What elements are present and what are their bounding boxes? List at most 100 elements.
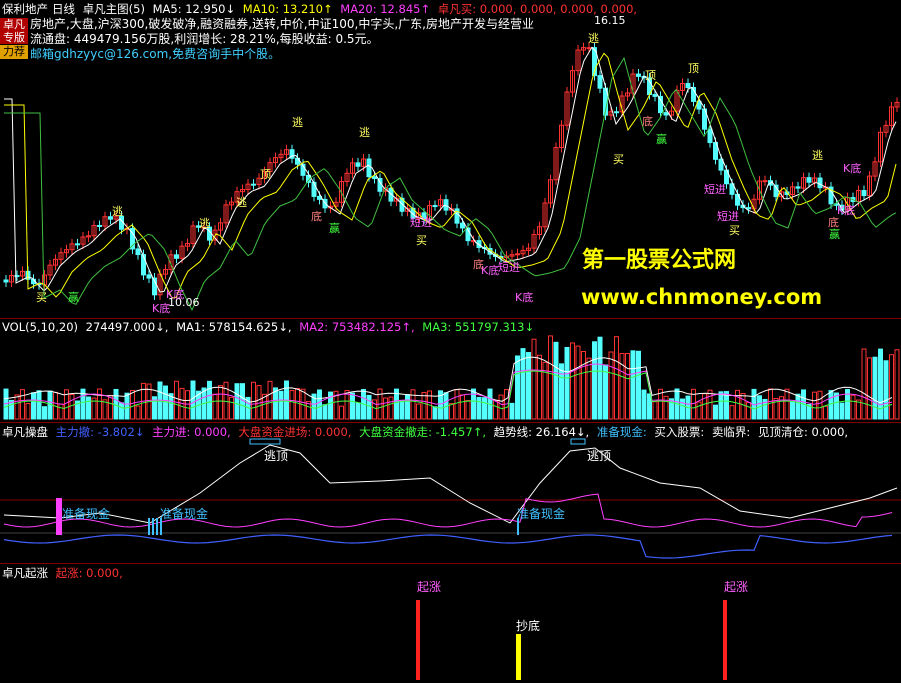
volume-bar bbox=[889, 354, 894, 420]
op-sell-line: 卖临界: bbox=[711, 425, 751, 439]
signal-kbottom: K底 bbox=[843, 162, 862, 175]
volume-bar bbox=[25, 403, 31, 420]
signal-escape: 逃 bbox=[292, 116, 303, 129]
volume-bar bbox=[493, 399, 498, 420]
operation-panel[interactable]: 卓凡操盘 主力撤: -3.802↓ 主力进: 0.000, 大盘资金进场: 0.… bbox=[0, 423, 901, 564]
vol-ma2: MA2: 753482.125↑, bbox=[299, 320, 415, 334]
signal-bottom: 底 bbox=[311, 210, 322, 223]
candle-body bbox=[861, 190, 867, 197]
volume-bar bbox=[163, 385, 168, 420]
signal-kbottom: K底 bbox=[837, 204, 856, 217]
volume-bar bbox=[350, 392, 355, 420]
signal-bottom: 底 bbox=[473, 258, 484, 271]
volume-bar bbox=[322, 404, 328, 420]
prepare-cash-label: 准备现金 bbox=[160, 507, 209, 521]
vol-ma3: MA3: 551797.313↓ bbox=[422, 320, 535, 334]
volume-bar bbox=[251, 381, 256, 420]
candle-body bbox=[355, 162, 361, 167]
signal-top: 顶 bbox=[260, 168, 271, 181]
volume-bar bbox=[460, 394, 465, 420]
candle-body bbox=[97, 224, 102, 227]
candle-body bbox=[658, 95, 663, 114]
volume-bar bbox=[603, 364, 608, 420]
volume-header: VOL(5,10,20) 274497.000↓, MA1: 578154.62… bbox=[2, 320, 538, 334]
volume-bar bbox=[850, 394, 856, 420]
volume-panel[interactable]: VOL(5,10,20) 274497.000↓, MA1: 578154.62… bbox=[0, 319, 901, 423]
candle-body bbox=[586, 47, 592, 50]
volume-bar bbox=[113, 388, 119, 420]
volume-bar bbox=[790, 400, 795, 420]
op-mkt-in: 大盘资金进场: 0.000, bbox=[238, 425, 352, 439]
volume-bar bbox=[581, 351, 586, 420]
candle-body bbox=[817, 177, 823, 189]
candle-body bbox=[597, 75, 603, 89]
ma20-line bbox=[4, 56, 897, 312]
volume-bar bbox=[97, 388, 102, 420]
volume-bar bbox=[707, 389, 713, 420]
signal-buy: 买 bbox=[729, 224, 740, 237]
volume-bar bbox=[652, 401, 658, 420]
badge-zhuofan: 卓凡 专版 bbox=[0, 18, 28, 44]
candle-body bbox=[718, 158, 724, 171]
volume-bar bbox=[465, 400, 471, 420]
rise-header: 卓凡起涨 起涨: 0.000, bbox=[2, 565, 127, 581]
operation-chart[interactable] bbox=[0, 423, 901, 563]
volume-bar bbox=[119, 402, 124, 420]
signal-bottom: 底 bbox=[828, 216, 839, 229]
ma5-readout: MA5: 12.950↓ bbox=[152, 2, 236, 16]
volume-bar bbox=[729, 405, 735, 420]
signal-escape: 逃 bbox=[112, 205, 123, 218]
volume-bar bbox=[223, 381, 229, 420]
rise-title: 卓凡起涨 bbox=[2, 566, 48, 580]
volume-bar bbox=[449, 403, 454, 420]
volume-bar bbox=[410, 389, 416, 420]
rise-chart[interactable] bbox=[0, 564, 901, 683]
op-see-top: 见顶清仓: 0.000, bbox=[757, 425, 849, 439]
volume-bar bbox=[405, 394, 410, 420]
volume-bar bbox=[207, 380, 212, 420]
volume-bar bbox=[696, 401, 702, 420]
volume-bar bbox=[69, 394, 75, 420]
rise-panel[interactable]: 卓凡起涨 起涨: 0.000, 起涨 起涨 抄底 bbox=[0, 564, 901, 683]
price-high-label: 16.15 bbox=[594, 14, 626, 27]
volume-bar bbox=[784, 388, 790, 420]
volume-bar bbox=[317, 389, 322, 420]
volume-bar bbox=[630, 350, 636, 420]
volume-bar bbox=[625, 353, 630, 420]
op-main-retreat: 主力撤: -3.802↓ bbox=[55, 425, 145, 439]
volume-chart[interactable] bbox=[0, 319, 901, 422]
volume-bar bbox=[531, 338, 537, 420]
signal-buy: 买 bbox=[613, 153, 624, 166]
volume-bar bbox=[388, 396, 394, 420]
vol-readout: 274497.000↓, bbox=[85, 320, 169, 334]
volume-bar bbox=[559, 363, 564, 420]
volume-bar bbox=[355, 402, 361, 420]
signal-kbottom: K底 bbox=[152, 302, 171, 315]
candle-body bbox=[795, 186, 801, 189]
badge-top-text: 卓凡 bbox=[3, 18, 25, 31]
volume-bar bbox=[509, 402, 515, 420]
volume-bar bbox=[416, 403, 421, 420]
price-panel[interactable]: 保利地产 日线 卓凡主图(5) MA5: 12.950↓ MA10: 13.210… bbox=[0, 0, 901, 319]
volume-bar bbox=[421, 391, 427, 420]
volume-bar bbox=[834, 392, 839, 420]
volume-bar bbox=[190, 380, 196, 420]
candle-body bbox=[515, 253, 520, 256]
badge-recommend: 力荐 bbox=[0, 45, 28, 59]
volume-bar bbox=[740, 392, 746, 420]
bottom-fish-label: 抄底 bbox=[516, 619, 541, 633]
operation-header: 卓凡操盘 主力撤: -3.802↓ 主力进: 0.000, 大盘资金进场: 0.… bbox=[2, 424, 852, 440]
volume-bar bbox=[14, 394, 20, 420]
signal-buy: 买 bbox=[36, 291, 47, 304]
volume-bar bbox=[256, 385, 262, 420]
candle-body bbox=[746, 207, 751, 210]
candle-body bbox=[366, 158, 372, 178]
candle-body bbox=[762, 180, 768, 183]
volume-bar bbox=[592, 341, 597, 420]
volume-bar bbox=[86, 396, 91, 420]
volume-bar bbox=[883, 360, 889, 420]
volume-bar bbox=[218, 385, 223, 420]
signal-buy: 买 bbox=[416, 234, 427, 247]
period-label: 日线 bbox=[52, 2, 75, 16]
volume-bar bbox=[839, 402, 845, 420]
